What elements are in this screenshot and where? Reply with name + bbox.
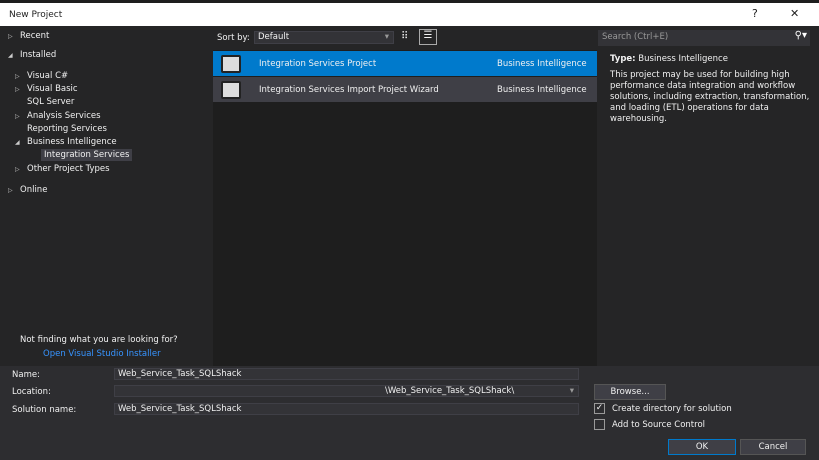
tree-other-project-types[interactable]: ▷ Other Project Types	[15, 164, 110, 174]
search-icon[interactable]: ⚲▾	[795, 30, 807, 41]
tree-sql-server[interactable]: SQL Server	[27, 97, 74, 107]
sort-bar: Sort by: Default ▾ ⠿ ☰	[213, 26, 597, 50]
tree-installed[interactable]: ◢ Installed	[8, 50, 56, 60]
template-category: Business Intelligence	[497, 84, 587, 95]
label: Visual Basic	[27, 84, 78, 94]
type-label: Type:	[610, 54, 636, 64]
create-directory-checkbox[interactable]: ✓	[594, 403, 605, 414]
tree-online[interactable]: ▷ Online	[8, 185, 47, 195]
description: This project may be used for building hi…	[610, 70, 810, 124]
label: Recent	[20, 31, 50, 41]
window-title: New Project	[9, 10, 63, 20]
location-label: Location:	[12, 387, 51, 397]
collapse-icon: ◢	[8, 52, 13, 59]
expand-icon: ▷	[8, 33, 13, 40]
source-control-label: Add to Source Control	[612, 420, 706, 430]
label: Business Intelligence	[27, 137, 117, 147]
collapse-icon: ◢	[15, 139, 20, 146]
source-control-checkbox[interactable]	[594, 419, 605, 430]
expand-icon: ▷	[8, 187, 13, 194]
chevron-down-icon: ▾	[384, 32, 389, 42]
list-view-icon[interactable]: ☰	[419, 29, 437, 45]
tree-reporting-services[interactable]: Reporting Services	[27, 124, 107, 134]
label: Other Project Types	[27, 164, 110, 174]
tree-visual-basic[interactable]: ▷ Visual Basic	[15, 84, 78, 94]
label: Analysis Services	[27, 111, 101, 121]
search-placeholder: Search (Ctrl+E)	[602, 32, 669, 42]
details-panel: Type: Business Intelligence This project…	[598, 26, 819, 366]
chevron-down-icon: ▾	[569, 386, 574, 396]
open-installer-link[interactable]: Open Visual Studio Installer	[43, 349, 161, 359]
tree-analysis-services[interactable]: ▷ Analysis Services	[15, 111, 101, 121]
expand-icon: ▷	[15, 86, 20, 93]
title-bar: New Project ? ✕	[0, 0, 819, 26]
browse-button[interactable]: Browse...	[594, 384, 666, 400]
label: Installed	[20, 50, 57, 60]
solution-name-input[interactable]: Web_Service_Task_SQLShack	[114, 403, 579, 415]
close-button[interactable]: ✕	[790, 7, 799, 20]
name-input[interactable]: Web_Service_Task_SQLShack	[114, 368, 579, 380]
sort-label: Sort by:	[217, 33, 250, 43]
sort-dropdown[interactable]: Default ▾	[254, 31, 394, 44]
project-icon	[221, 54, 241, 73]
tree-business-intelligence[interactable]: ◢ Business Intelligence	[15, 137, 117, 147]
expand-icon: ▷	[15, 73, 20, 80]
wizard-icon	[221, 80, 241, 99]
type-value: Business Intelligence	[638, 54, 728, 64]
label: Online	[20, 185, 48, 195]
expand-icon: ▷	[15, 113, 20, 120]
ok-button[interactable]: OK	[668, 439, 736, 455]
location-value: \Web_Service_Task_SQLShack\	[385, 386, 515, 396]
template-name: Integration Services Project	[259, 58, 377, 69]
help-button[interactable]: ?	[752, 7, 758, 20]
expand-icon: ▷	[15, 166, 20, 173]
not-finding-text: Not finding what you are looking for?	[20, 335, 178, 345]
location-input[interactable]: \Web_Service_Task_SQLShack\ ▾	[114, 385, 579, 397]
create-directory-label: Create directory for solution	[612, 404, 732, 414]
tree-integration-services[interactable]: Integration Services	[41, 149, 133, 161]
name-label: Name:	[12, 370, 40, 380]
solution-name-label: Solution name:	[12, 405, 77, 415]
template-name: Integration Services Import Project Wiza…	[259, 84, 439, 95]
sort-value: Default	[258, 32, 290, 42]
label: Visual C#	[27, 71, 69, 81]
grid-view-icon[interactable]: ⠿	[401, 31, 408, 42]
cancel-button[interactable]: Cancel	[740, 439, 806, 455]
tree-visual-csharp[interactable]: ▷ Visual C#	[15, 71, 68, 81]
search-input[interactable]: Search (Ctrl+E) ⚲▾	[598, 30, 810, 46]
template-category: Business Intelligence	[497, 58, 587, 69]
template-row[interactable]: Integration Services Project Business Int…	[213, 51, 597, 76]
template-row[interactable]: Integration Services Import Project Wiza…	[213, 77, 597, 102]
tree-recent[interactable]: ▷ Recent	[8, 31, 49, 41]
